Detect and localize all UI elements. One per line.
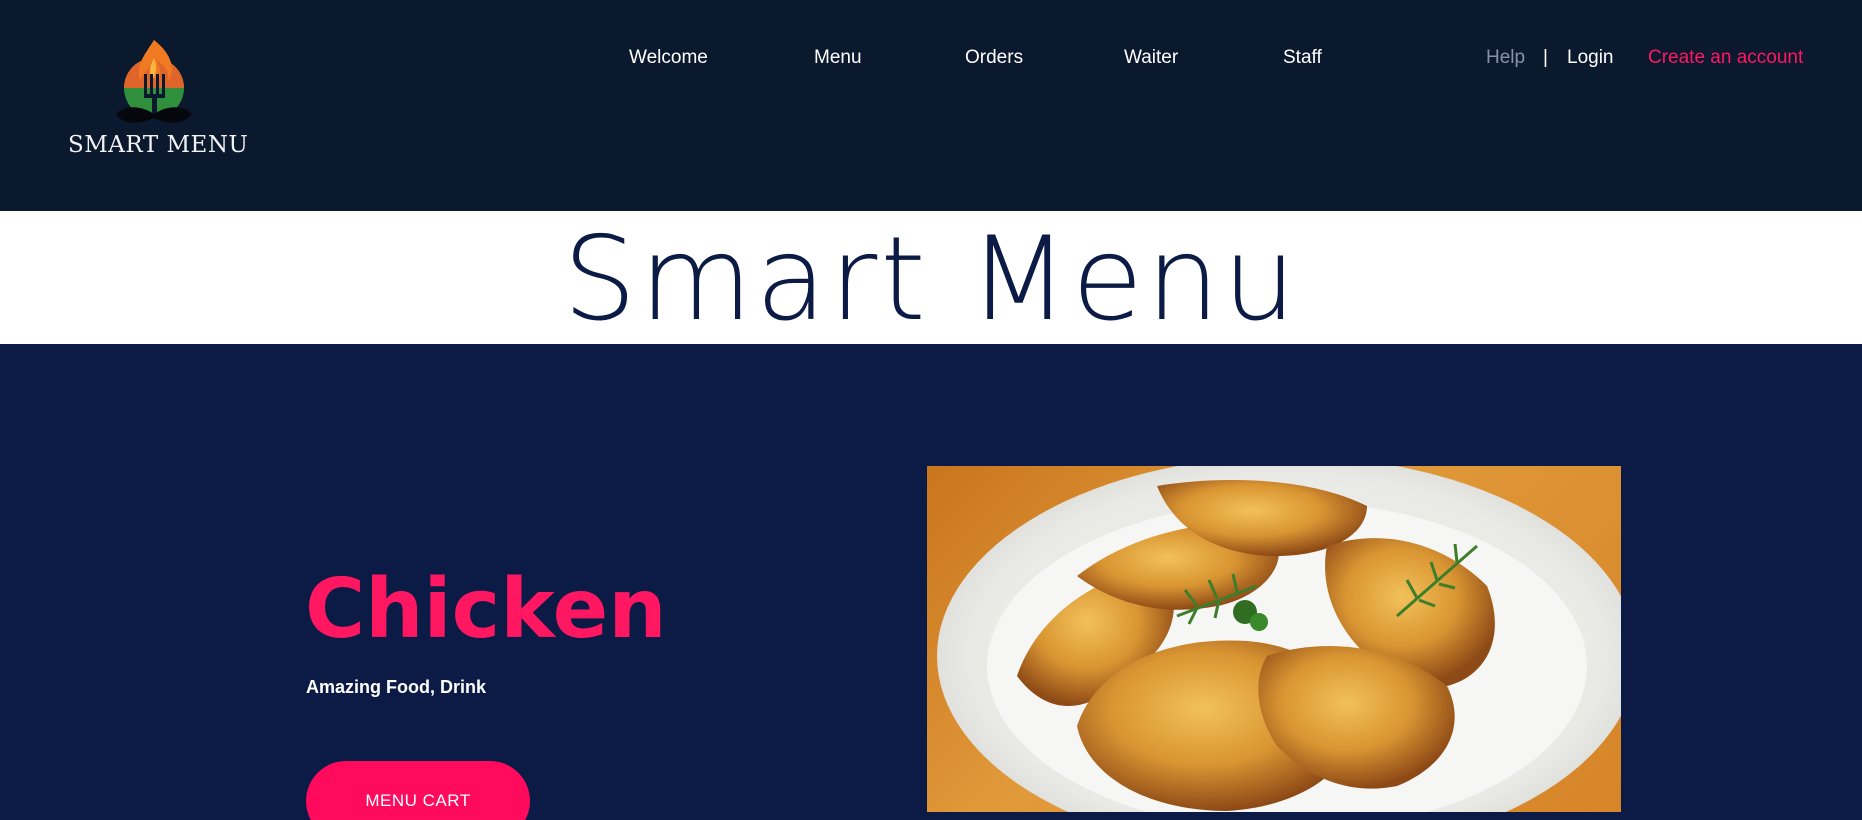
hero-title: Chicken	[305, 562, 667, 657]
nav-menu-link[interactable]: Menu	[814, 47, 862, 69]
nav-waiter-link[interactable]: Waiter	[1124, 47, 1178, 69]
nav-welcome-link[interactable]: Welcome	[629, 47, 708, 69]
chicken-dish-image	[927, 466, 1621, 812]
title-band: Smart Menu	[0, 211, 1862, 347]
login-link[interactable]: Login	[1567, 47, 1614, 69]
nav-orders-link[interactable]: Orders	[965, 47, 1023, 69]
page-title: Smart Menu	[562, 212, 1300, 347]
create-account-link[interactable]: Create an account	[1648, 47, 1803, 69]
chicken-plate-illustration	[937, 466, 1621, 812]
site-header: SMART MENU Welcome Menu Orders Waiter St…	[0, 0, 1862, 211]
help-link[interactable]: Help	[1486, 47, 1525, 69]
nav-separator: |	[1543, 47, 1548, 68]
logo-text: SMART MENU	[68, 132, 249, 158]
nav-staff-link[interactable]: Staff	[1283, 47, 1322, 69]
hero-section: Chicken Amazing Food, Drink MENU CART	[0, 344, 1862, 820]
fork-flame-mustache-icon	[116, 40, 192, 123]
brand-logo[interactable]: SMART MENU	[68, 36, 249, 166]
menu-cart-button[interactable]: MENU CART	[306, 761, 530, 820]
hero-subtitle: Amazing Food, Drink	[306, 677, 486, 697]
